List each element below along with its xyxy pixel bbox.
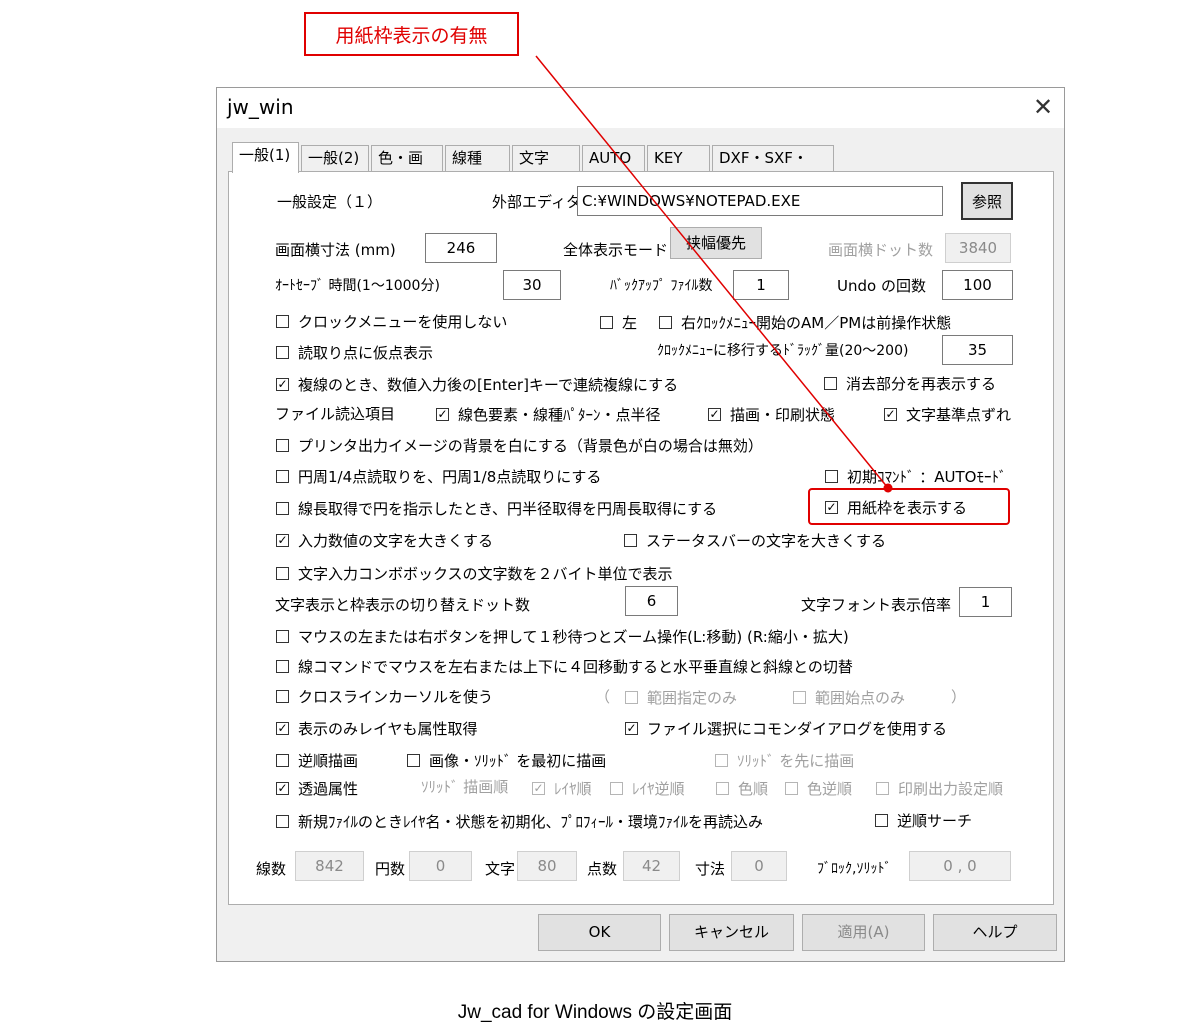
leader-line <box>535 55 889 489</box>
leader-dot <box>883 483 893 493</box>
figure-caption: Jw_cad for Windows の設定画面 <box>457 1002 733 1023</box>
tab-general-1[interactable]: 一般(1) <box>232 142 299 173</box>
callout-leader-line <box>535 55 893 493</box>
